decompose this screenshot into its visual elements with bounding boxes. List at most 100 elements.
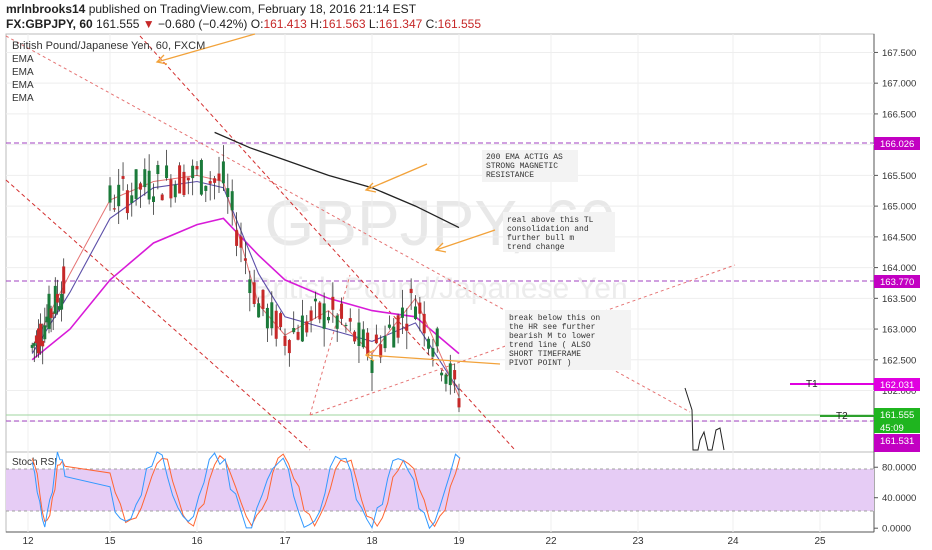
candle-body (213, 178, 217, 183)
tag-countdown-text: 45:09 (880, 423, 904, 434)
candle-body (357, 322, 361, 346)
candle-body (208, 181, 212, 184)
candle-body (239, 236, 243, 248)
candle-body (32, 343, 36, 346)
candle-body (274, 310, 278, 339)
candle-body (392, 326, 396, 348)
candle-body (143, 169, 147, 188)
candle-body (134, 169, 138, 199)
candle-body (121, 176, 125, 179)
legend-ema[interactable]: EMA (12, 67, 34, 78)
candle-body (252, 282, 256, 304)
target-label-t1[interactable]: T1 (806, 379, 818, 390)
candle-body (327, 316, 330, 321)
candle-body (409, 288, 413, 294)
candle-body (235, 230, 239, 246)
candle-body (230, 191, 234, 211)
candle-body (147, 170, 151, 200)
candle-body (165, 165, 169, 179)
date-tick-label: 12 (22, 536, 34, 547)
candle-body (248, 279, 252, 294)
annotation-line: bearish M to lower (509, 332, 596, 341)
candle-body (173, 184, 177, 198)
candle-body (204, 185, 208, 191)
date-tick-label: 18 (366, 536, 378, 547)
candle-body (292, 327, 296, 333)
candle-body (43, 325, 47, 340)
price-tick-label: 167.000 (882, 79, 916, 90)
candle-body (195, 166, 199, 170)
legend-ema[interactable]: EMA (12, 80, 34, 91)
annotation-break[interactable]: break below this on the HR see further b… (505, 310, 631, 370)
annotation-tl[interactable]: real above this TL consolidation and fur… (503, 212, 615, 252)
candle-body (383, 336, 387, 349)
candle-body (117, 184, 121, 207)
candle-body (418, 302, 422, 314)
legend-ema[interactable]: EMA (12, 54, 34, 65)
candle-body (387, 324, 391, 328)
candle-body (344, 324, 348, 326)
date-tick-label: 19 (453, 536, 465, 547)
candle-body (400, 307, 404, 318)
tag-level-166-text: 166.026 (880, 139, 914, 150)
price-tick-label: 163.500 (882, 294, 916, 305)
price-tick-label: 165.000 (882, 202, 916, 213)
price-tick-label: 166.500 (882, 109, 916, 120)
candle-body (435, 328, 439, 347)
candle-body (152, 196, 155, 202)
candle-body (374, 334, 378, 344)
candle-body (186, 177, 190, 181)
annotation-line: the HR see further (509, 323, 596, 332)
candle-body (453, 370, 457, 380)
candle-body (340, 303, 344, 319)
candle-body (138, 183, 142, 190)
candle-body (322, 303, 326, 329)
rsi-tick-label: 40.0000 (882, 493, 916, 504)
candle-body (270, 302, 274, 329)
candle-body (366, 332, 370, 357)
candle-body (427, 338, 431, 349)
candle-body (265, 307, 269, 329)
candle-body (130, 195, 134, 204)
date-tick-label: 24 (727, 536, 739, 547)
date-tick-label: 23 (632, 536, 644, 547)
candle-body (261, 289, 265, 309)
rsi-axis: 80.0000 40.0000 0.0000 (874, 463, 916, 535)
annotation-line: real above this TL (507, 216, 594, 225)
annotation-line: trend line ( ALSO (509, 341, 591, 350)
candle-body (414, 306, 417, 320)
candle-body (178, 165, 182, 194)
candle-body (257, 303, 261, 318)
annotation-line: break below this on (509, 314, 600, 323)
candle-body (62, 266, 66, 294)
candle-body (191, 165, 195, 179)
price-chart[interactable]: GBPJPY, 60 British Pound/Japanese Yen 16… (0, 0, 932, 550)
annotation-ema[interactable]: 200 EMA ACTIG AS STRONG MAGNETIC RESISTA… (482, 150, 578, 182)
legend-title[interactable]: British Pound/Japanese Yen, 60, FXCM (12, 40, 205, 52)
candle-body (55, 293, 59, 303)
candle-body (283, 335, 287, 346)
price-tick-label: 164.000 (882, 263, 916, 274)
annotation-line: PIVOT POINT ) (509, 359, 571, 368)
price-tick-label: 165.500 (882, 171, 916, 182)
candle-body (318, 302, 322, 320)
candle-body (221, 161, 225, 184)
candle-body (287, 340, 291, 354)
target-label-t2[interactable]: T2 (836, 411, 848, 422)
annotation-line: trend change (507, 243, 565, 252)
date-tick-label: 17 (279, 536, 291, 547)
candle-body (353, 331, 357, 342)
annotation-line: RESISTANCE (486, 171, 534, 180)
candle-body (125, 190, 129, 214)
projection-path[interactable] (684, 387, 725, 451)
candle-body (313, 298, 317, 302)
candle-body (335, 315, 339, 329)
annotation-line: 200 EMA ACTIG AS (486, 153, 563, 162)
candle-body (448, 363, 452, 386)
legend-ema[interactable]: EMA (12, 93, 34, 104)
date-tick-label: 16 (191, 536, 203, 547)
candle-body (108, 185, 112, 203)
candle-body (300, 315, 304, 342)
tag-last-text: 161.555 (880, 410, 914, 421)
candle-body (279, 313, 283, 328)
